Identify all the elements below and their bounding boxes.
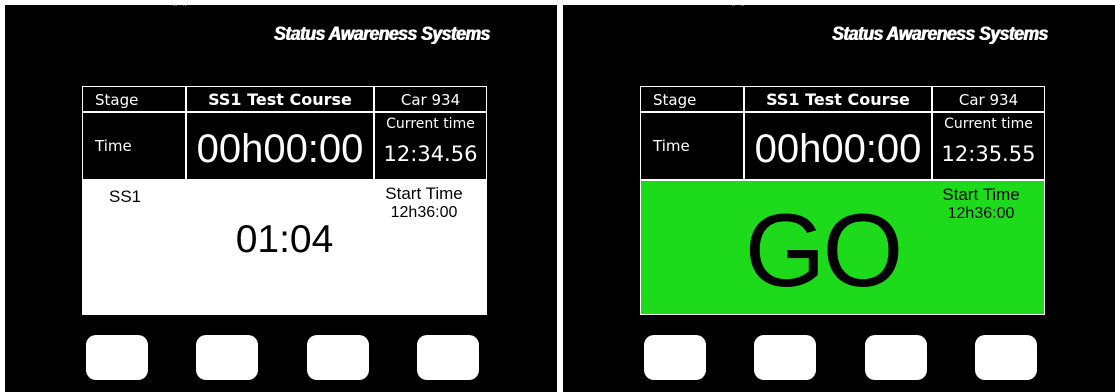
soft-key-3[interactable] [865, 335, 927, 380]
current-time-cell: Current time 12:34.56 [374, 112, 487, 180]
current-time-label: Current time [944, 116, 1033, 132]
stage-label: Stage [95, 91, 139, 109]
elapsed-time: 00h00:00 [754, 127, 922, 171]
stage-label-cell: Stage [82, 86, 186, 112]
car-cell: Car 934 [374, 86, 487, 112]
brand-title: Status Awareness Systems [831, 24, 1047, 45]
car-number: Car 934 [958, 91, 1019, 109]
time-label: Time [95, 137, 132, 155]
soft-key-1[interactable] [644, 335, 706, 380]
current-time-label: Current time [386, 116, 475, 132]
car-number: Car 934 [400, 91, 461, 109]
go-panel: Start Time 12h36:00 GO [640, 180, 1045, 315]
timing-panel: Stage SS1 Test Course Car 934 Time 00h00… [640, 86, 1045, 315]
countdown-timer: 01:04 [235, 218, 334, 261]
course-cell: SS1 Test Course [744, 86, 932, 112]
soft-key-2[interactable] [754, 335, 816, 380]
go-signal: GO [744, 193, 904, 309]
time-label: Time [653, 137, 690, 155]
stage-label: Stage [653, 91, 697, 109]
timing-panel: Stage SS1 Test Course Car 934 Time 00h00… [82, 86, 487, 315]
timing-screen-countdown: ˄ ˄ Status Awareness Systems Stage SS1 T… [5, 5, 557, 392]
current-time: 12:35.55 [941, 142, 1036, 166]
timing-screen-go: ˄ ˄ Status Awareness Systems Stage SS1 T… [563, 5, 1115, 392]
current-time-cell: Current time 12:35.55 [932, 112, 1045, 180]
brand-title: Status Awareness Systems [273, 24, 489, 45]
soft-key-4[interactable] [975, 335, 1037, 380]
current-time: 12:34.56 [383, 142, 478, 166]
indicator-dots: ˄ ˄ [173, 5, 188, 14]
car-cell: Car 934 [932, 86, 1045, 112]
indicator-dots: ˄ ˄ [731, 5, 746, 14]
elapsed-time-cell: 00h00:00 [186, 112, 374, 180]
countdown-panel: SS1 Start Time 12h36:00 01:04 [82, 180, 487, 315]
soft-key-1[interactable] [86, 335, 148, 380]
course-name: SS1 Test Course [766, 90, 910, 109]
course-cell: SS1 Test Course [186, 86, 374, 112]
start-time-label: Start Time [385, 184, 463, 203]
elapsed-time-cell: 00h00:00 [744, 112, 932, 180]
course-name: SS1 Test Course [208, 90, 352, 109]
stage-label-cell: Stage [640, 86, 744, 112]
time-label-cell: Time [82, 112, 186, 180]
time-label-cell: Time [640, 112, 744, 180]
soft-key-3[interactable] [307, 335, 369, 380]
soft-key-2[interactable] [196, 335, 258, 380]
stage-code: SS1 [109, 187, 142, 206]
elapsed-time: 00h00:00 [196, 127, 364, 171]
soft-key-4[interactable] [417, 335, 479, 380]
